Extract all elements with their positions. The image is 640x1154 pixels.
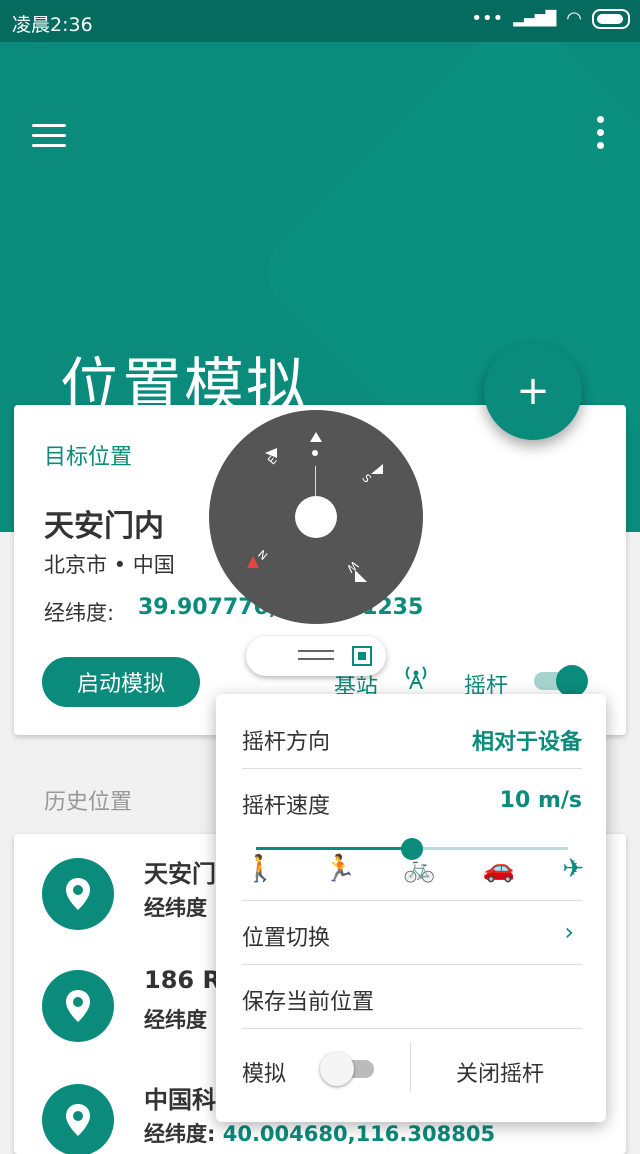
walk-icon[interactable]: 🚶 [244, 854, 276, 884]
chevron-right-icon: › [564, 918, 574, 946]
joystick-direction-row[interactable]: 摇杆方向 相对于设备 [242, 724, 582, 756]
history-coord-value: 40.004680,116.308805 [222, 1122, 496, 1146]
joystick-direction-value[interactable]: 相对于设备 [472, 724, 582, 756]
add-location-button[interactable]: + [484, 342, 582, 440]
target-region: 北京市 • 中国 [44, 553, 175, 577]
joystick-toggle[interactable] [534, 665, 588, 697]
history-coord-label: 经纬度 [144, 896, 207, 920]
stop-square-icon[interactable] [352, 646, 372, 666]
history-coord-label: 经纬度: [144, 1122, 216, 1146]
save-location-row[interactable]: 保存当前位置 [242, 984, 582, 1016]
signal-icon: ▂▄▆█ [513, 10, 557, 27]
menu-icon[interactable] [32, 124, 66, 150]
car-icon[interactable]: 🚗 [483, 854, 515, 884]
battery-icon [592, 8, 630, 29]
coord-label: 经纬度: [44, 601, 115, 625]
status-time: 凌晨2:36 [12, 14, 93, 36]
joystick-speed-label: 摇杆速度 [242, 794, 331, 819]
switch-location-label: 位置切换 [242, 926, 331, 951]
more-status-icon: ••• [471, 8, 504, 29]
antenna-icon[interactable] [402, 663, 430, 697]
plane-icon[interactable]: ✈ [562, 854, 584, 884]
joystick-settings-popup: 摇杆方向 相对于设备 摇杆速度 10 m/s 🚶 🏃 🚲 🚗 ✈ 位置切换 › … [216, 694, 606, 1122]
compass-dot [312, 450, 318, 456]
history-coord: 经纬度: 40.004680,116.308805 [144, 1118, 495, 1148]
run-icon[interactable]: 🏃 [324, 854, 356, 884]
location-pin-icon [42, 1084, 114, 1154]
compass-e-arrow-icon [265, 448, 277, 458]
wifi-icon: ◠ [566, 8, 582, 29]
target-location-label: 目标位置 [44, 445, 133, 470]
simulate-row: 模拟 关闭摇杆 [242, 1052, 582, 1088]
joystick-speed-row: 摇杆速度 10 m/s [242, 788, 582, 820]
joystick-speed-value[interactable]: 10 m/s [500, 788, 582, 813]
history-coord: 经纬度 [144, 1004, 207, 1034]
drag-handle-icon[interactable] [298, 650, 334, 666]
compass-top-arrow-icon [310, 432, 322, 442]
status-bar: 凌晨2:36 ••• ▂▄▆█ ◠ [0, 0, 640, 42]
joystick-compass[interactable]: E S N W [209, 410, 423, 624]
simulate-toggle[interactable] [320, 1052, 378, 1086]
compass-needle [315, 466, 316, 498]
location-pin-icon [42, 858, 114, 930]
joystick-direction-label: 摇杆方向 [242, 730, 331, 755]
save-location-label: 保存当前位置 [242, 990, 375, 1015]
history-coord: 经纬度 [144, 892, 207, 922]
location-pin-icon [42, 970, 114, 1042]
history-name: 186 R [144, 966, 221, 994]
history-coord-label: 经纬度 [144, 1008, 207, 1032]
switch-location-row[interactable]: 位置切换 › [242, 918, 582, 952]
joystick-knob[interactable] [295, 496, 337, 538]
start-simulation-button[interactable]: 启动模拟 [42, 657, 200, 707]
compass-w-arrow-icon [355, 570, 367, 582]
simulate-label: 模拟 [242, 1062, 287, 1087]
history-label: 历史位置 [44, 790, 133, 815]
bike-icon[interactable]: 🚲 [403, 854, 435, 884]
speed-presets: 🚶 🏃 🚲 🚗 ✈ [244, 854, 584, 884]
history-name: 天安门 [144, 860, 216, 888]
more-options-icon[interactable] [592, 116, 608, 156]
status-icons: ••• ▂▄▆█ ◠ [471, 8, 630, 29]
target-place-name: 天安门内 [44, 509, 164, 544]
compass-n-arrow-icon [247, 556, 259, 568]
compass-control-bar [246, 636, 386, 676]
history-name: 中国科 [144, 1086, 216, 1114]
close-joystick-button[interactable]: 关闭摇杆 [456, 1056, 544, 1088]
compass-s-arrow-icon [371, 464, 383, 474]
